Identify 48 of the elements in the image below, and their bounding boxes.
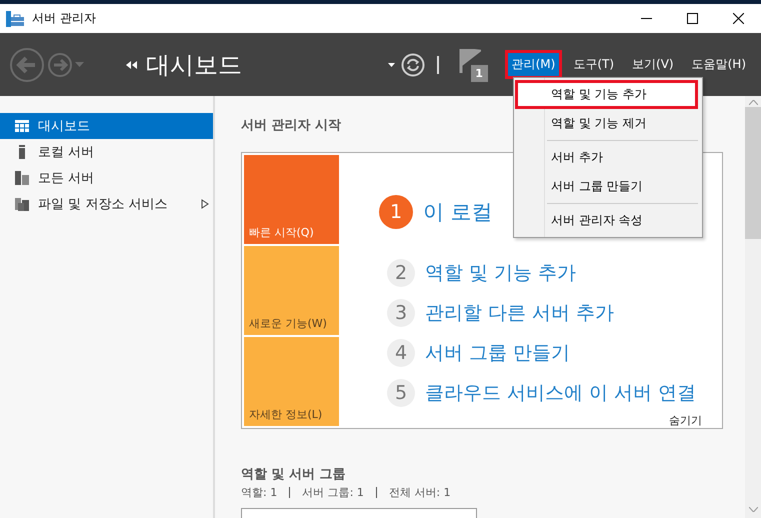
section-heading: 서버 관리자 시작 [241,117,342,134]
menu-item[interactable]: 역할 및 기능 제거 [515,109,698,138]
tile[interactable]: 자세한 정보(L) [244,337,339,426]
page-title: 대시보드 [146,50,242,80]
count-label: 서버 그룹: 1 [302,485,364,500]
step-number: 2 [387,259,415,287]
sidebar-item[interactable]: 파일 및 저장소 서비스 [0,191,213,217]
step-link[interactable]: 이 로컬 [423,198,493,226]
storage-icon [14,196,30,212]
scrollbar[interactable] [745,96,761,518]
collapse-icon[interactable] [126,60,138,68]
menu-item[interactable]: 서버 관리자 속성 [515,206,698,235]
menu-item[interactable]: 서버 그룹 만들기 [515,172,698,201]
step-link[interactable]: 역할 및 기능 추가 [425,260,576,286]
step-number: 4 [387,339,415,367]
minimize-icon [640,18,652,19]
menu-item[interactable]: 도구(T) [566,50,622,79]
section-heading: 역할 및 서버 그룹 [241,466,346,483]
dashboard-icon [14,118,30,134]
menu-item[interactable]: 역할 및 기능 추가 [515,80,698,109]
count-label: 역할: 1 [241,485,278,500]
scroll-up-icon[interactable] [748,100,758,105]
refresh-icon[interactable] [400,52,425,76]
tile[interactable]: 새로운 기능(W) [244,246,339,335]
count-label: 전체 서버: 1 [388,485,451,500]
close-icon [732,13,744,24]
scroll-down-icon[interactable] [748,507,758,512]
maximize-icon [686,13,698,24]
sidebar-item[interactable]: 대시보드 [0,113,213,139]
app-icon [6,10,24,26]
notification-badge: 1 [470,64,488,82]
step-number: 5 [387,379,415,407]
menu-item[interactable]: 서버 추가 [515,143,698,172]
step-link[interactable]: 클라우드 서비스에 이 서버 연결 [425,380,696,406]
menu-item[interactable]: 보기(V) [625,50,681,79]
step-link[interactable]: 관리할 다른 서버 추가 [425,300,614,326]
servers-icon [14,170,30,186]
sidebar-item[interactable]: 로컬 서버 [0,139,213,165]
menu-item[interactable]: 관리(M) [504,50,562,79]
dropdown-caret-icon[interactable] [388,62,395,66]
hide-link[interactable]: 숨기기 [669,413,702,428]
sidebar-item[interactable]: 모든 서버 [0,165,213,191]
menu-item[interactable]: 도움말(H) [684,50,753,79]
step-number: 1 [379,194,413,228]
step-number: 3 [387,299,415,327]
step-link[interactable]: 서버 그룹 만들기 [425,340,570,366]
window-title: 서버 관리자 [32,10,97,27]
expand-icon[interactable] [201,199,209,209]
